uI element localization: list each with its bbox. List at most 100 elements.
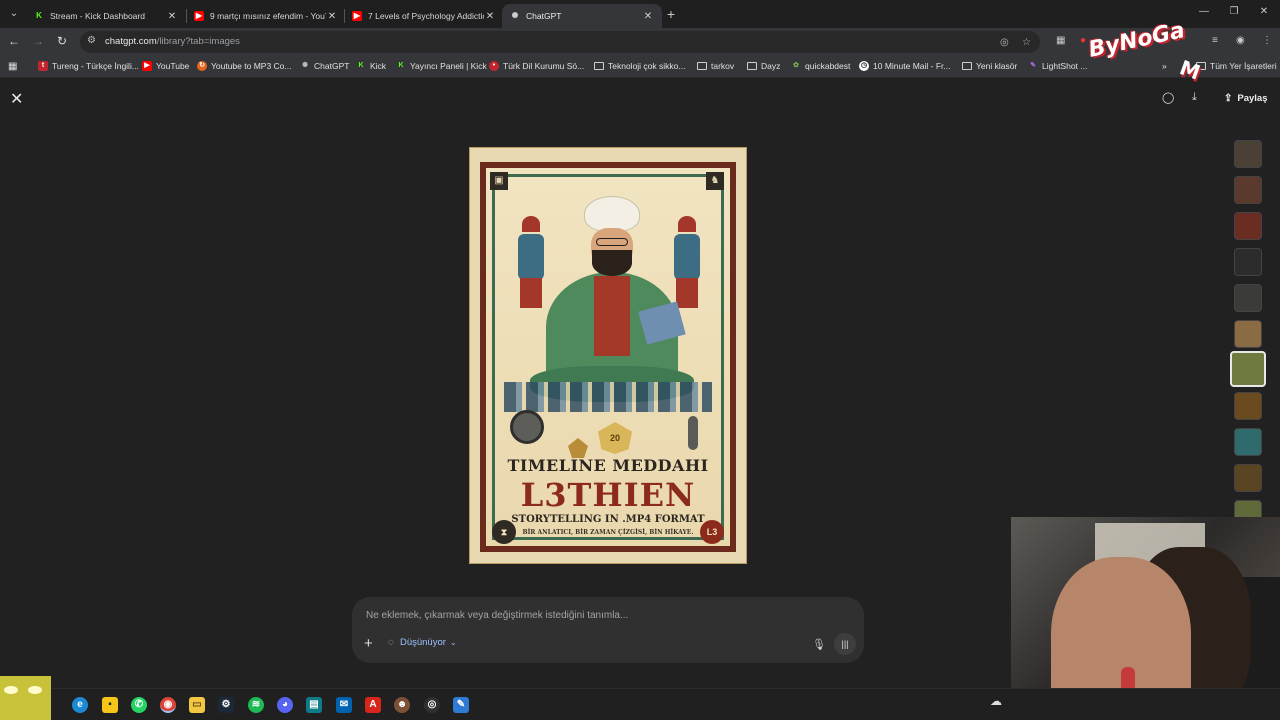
bookmark-youtube[interactable]: ▶ YouTube bbox=[142, 61, 189, 71]
bookmark-folder-yeni-klasor[interactable]: Yeni klasör bbox=[962, 61, 1017, 71]
minimize-icon[interactable]: — bbox=[1197, 6, 1211, 17]
thumbnail-8[interactable] bbox=[1234, 392, 1262, 420]
bookmark-tureng[interactable]: t Tureng - Türkçe İngili... bbox=[38, 61, 139, 71]
film-reel-icon bbox=[510, 410, 544, 444]
close-tab-icon[interactable]: ✕ bbox=[326, 11, 338, 22]
poster-title: TIMELINE MEDDAHI bbox=[507, 456, 709, 475]
kick-icon: K bbox=[398, 62, 404, 69]
share-button[interactable]: ⇪ Paylaş bbox=[1218, 87, 1274, 109]
tab-title: 9 martçı mısınız efendim - YouTube bbox=[210, 11, 326, 21]
app-icon[interactable]: ✎ bbox=[453, 697, 469, 713]
bookmark-folder-teknoloji[interactable]: Teknoloji çok sikko... bbox=[594, 61, 685, 71]
tab-kick-dashboard[interactable]: K Stream - Kick Dashboard ✕ bbox=[26, 4, 186, 28]
poster-name: L3THIEN bbox=[520, 476, 696, 514]
weather-tray-icon[interactable]: ☁ bbox=[990, 694, 1002, 708]
mail-icon: ◷ bbox=[859, 61, 869, 71]
bookmark-lightshot[interactable]: ✎ LightShot ... bbox=[1028, 61, 1087, 71]
prompt-input[interactable]: Ne eklemek, çıkarmak veya değiştirmek is… bbox=[366, 610, 628, 621]
steam-icon[interactable]: ⚙ bbox=[218, 697, 234, 713]
dictation-mic-icon[interactable]: 🎙 bbox=[812, 638, 826, 651]
bookmark-yayinci-paneli[interactable]: K Yayıncı Paneli | Kick bbox=[396, 61, 486, 71]
obs-icon[interactable]: ◎ bbox=[424, 697, 440, 713]
download-icon[interactable]: ⤓ bbox=[1192, 91, 1197, 104]
bookmark-10-minute-mail[interactable]: ◷ 10 Minute Mail - Fr... bbox=[859, 61, 950, 71]
bookmark-folder-dayz[interactable]: Dayz bbox=[747, 61, 780, 71]
tab-search-icon[interactable]: ⌄ bbox=[4, 4, 24, 24]
youtube-icon: ▶ bbox=[142, 61, 152, 71]
thumbnail-6[interactable] bbox=[1234, 320, 1262, 348]
bookmark-all-bookmarks[interactable]: Tüm Yer İşaretleri bbox=[1196, 61, 1277, 71]
add-attachment-icon[interactable]: + bbox=[364, 635, 373, 652]
tab-youtube-psychology[interactable]: ▶ 7 Levels of Psychology Addiction ✕ bbox=[344, 4, 504, 28]
folder-icon bbox=[747, 62, 757, 70]
hourglass-badge-icon: ⧗ bbox=[492, 520, 516, 544]
more-bookmarks-icon[interactable]: » bbox=[1162, 61, 1167, 71]
close-viewer-icon[interactable]: ✕ bbox=[10, 89, 23, 109]
folder-icon bbox=[697, 62, 707, 70]
game-icon[interactable]: ☻ bbox=[394, 697, 410, 713]
tab-youtube-martci[interactable]: ▶ 9 martçı mısınız efendim - YouTube ✕ bbox=[186, 4, 346, 28]
eye-slash-icon[interactable]: ◎ bbox=[1000, 37, 1009, 48]
restore-icon[interactable]: ❐ bbox=[1227, 6, 1241, 17]
whatsapp-icon[interactable]: ✆ bbox=[131, 697, 147, 713]
bookmark-tdk[interactable]: • Türk Dil Kurumu Sö... bbox=[489, 61, 584, 71]
lightshot-icon: ✎ bbox=[1030, 62, 1036, 69]
extension-red-icon[interactable]: ● bbox=[1080, 35, 1086, 46]
sticky-notes-icon[interactable]: ▪ bbox=[102, 697, 118, 713]
close-tab-icon[interactable]: ✕ bbox=[642, 11, 654, 22]
thumbnail-10[interactable] bbox=[1234, 464, 1262, 492]
new-tab-icon[interactable]: + bbox=[664, 6, 678, 22]
mail-icon[interactable]: ✉ bbox=[336, 697, 352, 713]
extension-icon[interactable]: ▦ bbox=[1056, 35, 1065, 46]
chrome-icon[interactable]: ◉ bbox=[160, 697, 176, 713]
share-icon: ⇪ bbox=[1224, 92, 1233, 104]
reload-icon[interactable]: ↻ bbox=[54, 34, 70, 48]
menu-icon[interactable]: ⋮ bbox=[1262, 35, 1272, 46]
profile-avatar-icon[interactable]: ◉ bbox=[1236, 35, 1245, 46]
thumbnail-3[interactable] bbox=[1234, 212, 1262, 240]
close-tab-icon[interactable]: ✕ bbox=[484, 11, 496, 22]
thumbnail-selected[interactable] bbox=[1230, 351, 1266, 387]
thumbnail-9[interactable] bbox=[1234, 428, 1262, 456]
generated-poster-image[interactable]: ▣ ♞ 20 TIMELINE MEDDAHI L3THIEN STORYTEL… bbox=[469, 147, 747, 564]
back-icon[interactable]: ← bbox=[6, 34, 22, 48]
bookmark-youtube-mp3[interactable]: ↻ Youtube to MP3 Co... bbox=[197, 61, 292, 71]
acrobat-icon[interactable]: A bbox=[365, 697, 381, 713]
shadow-puppet-left bbox=[514, 216, 548, 312]
converter-icon: ↻ bbox=[197, 61, 207, 71]
voice-mode-button[interactable]: ||| bbox=[834, 633, 856, 655]
turban bbox=[584, 196, 640, 232]
youtube-icon: ▶ bbox=[194, 11, 204, 21]
close-tab-icon[interactable]: ✕ bbox=[166, 11, 178, 22]
poster-illustration: 20 bbox=[494, 176, 722, 458]
tab-strip: ⌄ K Stream - Kick Dashboard ✕ ▶ 9 martçı… bbox=[0, 0, 1280, 28]
thumbnail-5[interactable] bbox=[1234, 284, 1262, 312]
address-bar[interactable]: ⚙ chatgpt.com/library?tab=images ◎ ☆ bbox=[80, 31, 1040, 53]
edge-icon[interactable]: e bbox=[72, 697, 88, 713]
media-icon[interactable]: ≡ bbox=[1212, 35, 1218, 46]
url-text: chatgpt.com/library?tab=images bbox=[105, 36, 240, 47]
apps-grid-icon[interactable]: ▦ bbox=[8, 61, 17, 72]
forward-icon[interactable]: → bbox=[30, 34, 46, 48]
comment-icon[interactable]: ◯ bbox=[1162, 91, 1174, 104]
close-window-icon[interactable]: ✕ bbox=[1257, 6, 1271, 17]
spotify-icon[interactable]: ≋ bbox=[248, 697, 264, 713]
bookmark-star-icon[interactable]: ☆ bbox=[1022, 37, 1031, 48]
bookmark-kick[interactable]: K Kick bbox=[356, 61, 386, 71]
site-info-icon[interactable]: ⚙ bbox=[87, 35, 96, 46]
youtube-icon: ▶ bbox=[352, 11, 362, 21]
discord-icon[interactable]: ◕ bbox=[277, 697, 293, 713]
bookmark-folder-tarkov[interactable]: tarkov bbox=[697, 61, 734, 71]
tab-chatgpt[interactable]: ✺ ChatGPT ✕ bbox=[502, 4, 662, 28]
l3-badge: L3 bbox=[700, 520, 724, 544]
bookmark-chatgpt[interactable]: ✺ ChatGPT bbox=[300, 61, 349, 71]
chatgpt-icon: ✺ bbox=[511, 11, 519, 20]
store-icon[interactable]: ▤ bbox=[306, 697, 322, 713]
shadow-puppet-right bbox=[670, 216, 704, 312]
bookmark-quickabdest[interactable]: ✿ quickabdest bbox=[791, 61, 850, 71]
thinking-mode-selector[interactable]: ◌ Düşünüyor ⌄ bbox=[388, 637, 457, 648]
file-explorer-icon[interactable]: ▭ bbox=[189, 697, 205, 713]
thumbnail-1[interactable] bbox=[1234, 140, 1262, 168]
thumbnail-2[interactable] bbox=[1234, 176, 1262, 204]
thumbnail-4[interactable] bbox=[1234, 248, 1262, 276]
